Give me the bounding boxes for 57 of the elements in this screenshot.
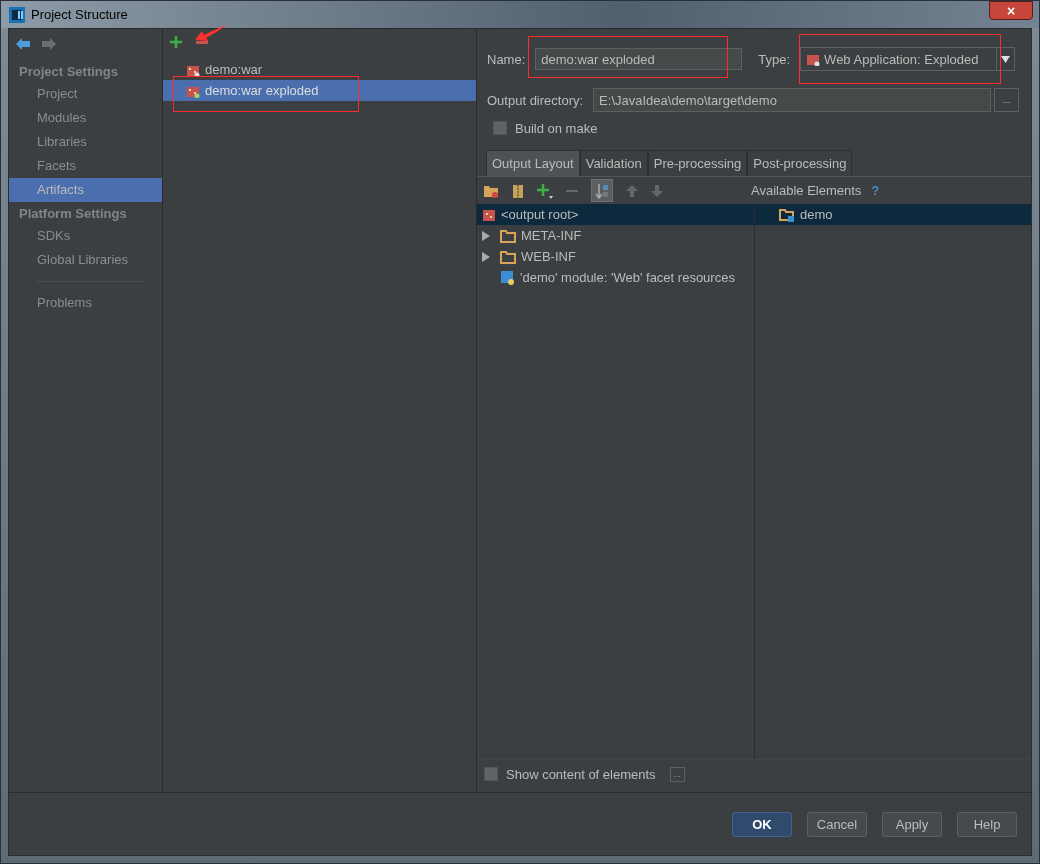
dialog-button[interactable]: Help (957, 811, 1017, 837)
tree-item[interactable]: META-INF (477, 225, 754, 246)
type-label: Type: (758, 51, 791, 67)
dialog-button[interactable]: Apply (882, 811, 942, 837)
sidebar-item[interactable]: Problems (9, 291, 162, 315)
artifact-item[interactable]: demo:war (163, 59, 476, 80)
dialog-button[interactable]: Cancel (807, 811, 867, 837)
sidebar-item[interactable]: Libraries (9, 130, 162, 154)
sidebar-item[interactable]: Modules (9, 106, 162, 130)
app-icon (9, 6, 25, 23)
add-icon[interactable] (170, 36, 182, 48)
tree-item[interactable]: demo (755, 204, 1031, 225)
sidebar-item[interactable]: Global Libraries (9, 248, 162, 272)
output-directory-field[interactable]: E:\JavaIdea\demo\target\demo (593, 88, 992, 112)
tree-item[interactable]: WEB-INF (477, 246, 754, 267)
expand-arrow-icon[interactable] (482, 230, 490, 241)
close-button[interactable]: × (989, 1, 1033, 20)
artifact-item[interactable]: demo:war exploded (163, 80, 476, 101)
back-arrow-icon[interactable] (16, 38, 30, 50)
build-on-make-checkbox[interactable]: Build on make (477, 121, 1031, 135)
folder-icon (500, 249, 516, 264)
name-field[interactable]: demo:war exploded (535, 48, 743, 70)
archive-icon[interactable] (512, 183, 524, 198)
module-icon (500, 270, 515, 285)
folder-add-icon[interactable] (483, 183, 499, 198)
forward-arrow-icon[interactable] (42, 38, 56, 50)
folder-icon (500, 228, 516, 243)
show-content-checkbox[interactable]: Show content of elements (484, 766, 656, 782)
browse-button[interactable]: ... (994, 88, 1020, 112)
tab[interactable]: Output Layout (486, 150, 580, 176)
tab[interactable]: Post-processing (747, 150, 853, 176)
sidebar-item[interactable]: Artifacts (9, 178, 162, 202)
tab[interactable]: Pre-processing (647, 150, 748, 176)
sidebar-item[interactable]: Project (9, 82, 162, 106)
war-icon (482, 207, 496, 222)
remove-icon[interactable] (196, 40, 208, 44)
tab[interactable]: Validation (579, 150, 648, 176)
available-elements-label: Available Elements (751, 183, 862, 198)
sidebar-item[interactable]: Facets (9, 154, 162, 178)
section-heading: Platform Settings (18, 205, 128, 223)
sidebar-item[interactable]: SDKs (9, 224, 162, 248)
more-button[interactable]: ... (669, 766, 685, 782)
help-link[interactable]: ? (871, 183, 880, 198)
dialog-button[interactable]: OK (732, 811, 792, 837)
war-icon (806, 52, 821, 66)
name-label: Name: (487, 51, 526, 67)
module-folder-icon (779, 207, 795, 222)
tree-item[interactable]: 'demo' module: 'Web' facet resources (477, 267, 754, 288)
section-heading: Project Settings (18, 63, 119, 81)
dropdown-arrow-icon (1001, 55, 1011, 63)
sort-button[interactable] (591, 179, 613, 202)
type-dropdown[interactable]: Web Application: Exploded (800, 47, 1016, 71)
window-title: Project Structure (31, 7, 128, 22)
add-icon[interactable] (537, 182, 553, 199)
tree-item[interactable]: <output root> (477, 204, 754, 225)
output-directory-label: Output directory: (487, 92, 584, 108)
expand-arrow-icon[interactable] (482, 251, 490, 262)
